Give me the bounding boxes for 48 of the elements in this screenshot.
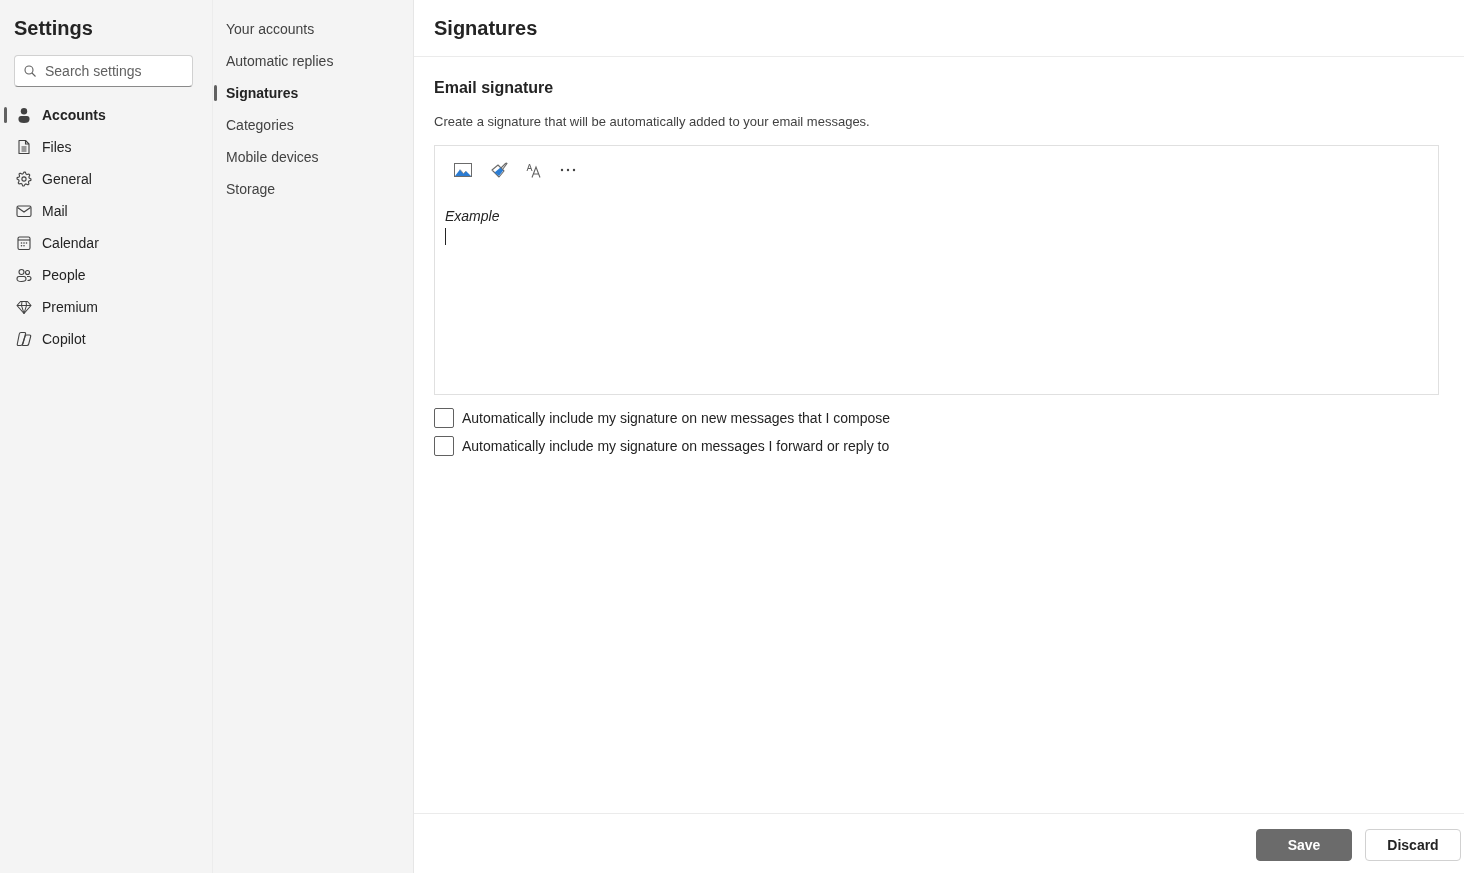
diamond-icon [16, 299, 32, 315]
settings-title: Settings [14, 16, 93, 41]
checkbox-label: Automatically include my signature on new messages that I compose [462, 409, 890, 428]
checkbox-label: Automatically include my signature on messages I forward or reply to [462, 437, 890, 456]
person-icon [16, 107, 32, 123]
subnav-item[interactable]: Mobile devices [226, 149, 319, 165]
selection-indicator [4, 107, 7, 123]
more-icon [560, 168, 576, 172]
people-icon [16, 267, 32, 283]
font-size-button[interactable] [526, 162, 542, 178]
checkbox[interactable] [434, 436, 454, 456]
format-painter-button[interactable] [490, 161, 508, 179]
subnav-item[interactable]: Your accounts [226, 21, 315, 37]
discard-button[interactable]: Discard [1365, 829, 1461, 861]
paintbrush-icon [490, 161, 508, 179]
section-heading: Email signature [434, 78, 554, 98]
copilot-icon [16, 331, 32, 347]
text-cursor-icon [445, 228, 446, 245]
insert-image-button[interactable] [454, 163, 472, 177]
page-title: Signatures [434, 16, 538, 41]
nav-item[interactable]: Copilot [16, 331, 86, 347]
more-options-button[interactable] [560, 168, 576, 172]
nav-item[interactable]: Calendar [16, 235, 99, 251]
gear-icon [16, 171, 32, 187]
nav-item[interactable]: Mail [16, 203, 68, 219]
signature-editor[interactable]: Example [434, 145, 1439, 395]
selection-indicator [214, 85, 217, 101]
section-description: Create a signature that will be automatically added to your email messages. [434, 113, 870, 131]
nav-item[interactable]: People [16, 267, 86, 283]
search-input[interactable]: Search settings [45, 63, 175, 79]
subnav-item[interactable]: Storage [226, 181, 276, 197]
save-button[interactable]: Save [1256, 829, 1352, 861]
nav-item[interactable]: Accounts [16, 107, 106, 123]
subnav-item[interactable]: Signatures [226, 85, 299, 101]
envelope-icon [16, 203, 32, 219]
nav-item[interactable]: Files [16, 139, 72, 155]
document-icon [16, 139, 32, 155]
checkbox[interactable] [434, 408, 454, 428]
nav-item[interactable]: General [16, 171, 92, 187]
subnav-item[interactable]: Categories [226, 117, 294, 133]
search-icon [24, 65, 36, 77]
font-size-icon [526, 162, 542, 178]
nav-item[interactable]: Premium [16, 299, 98, 315]
subnav-item[interactable]: Automatic replies [226, 53, 334, 69]
search-field[interactable]: Search settings [14, 55, 193, 87]
image-icon [454, 163, 472, 177]
calendar-icon [16, 235, 32, 251]
signature-text: Example [445, 208, 500, 224]
